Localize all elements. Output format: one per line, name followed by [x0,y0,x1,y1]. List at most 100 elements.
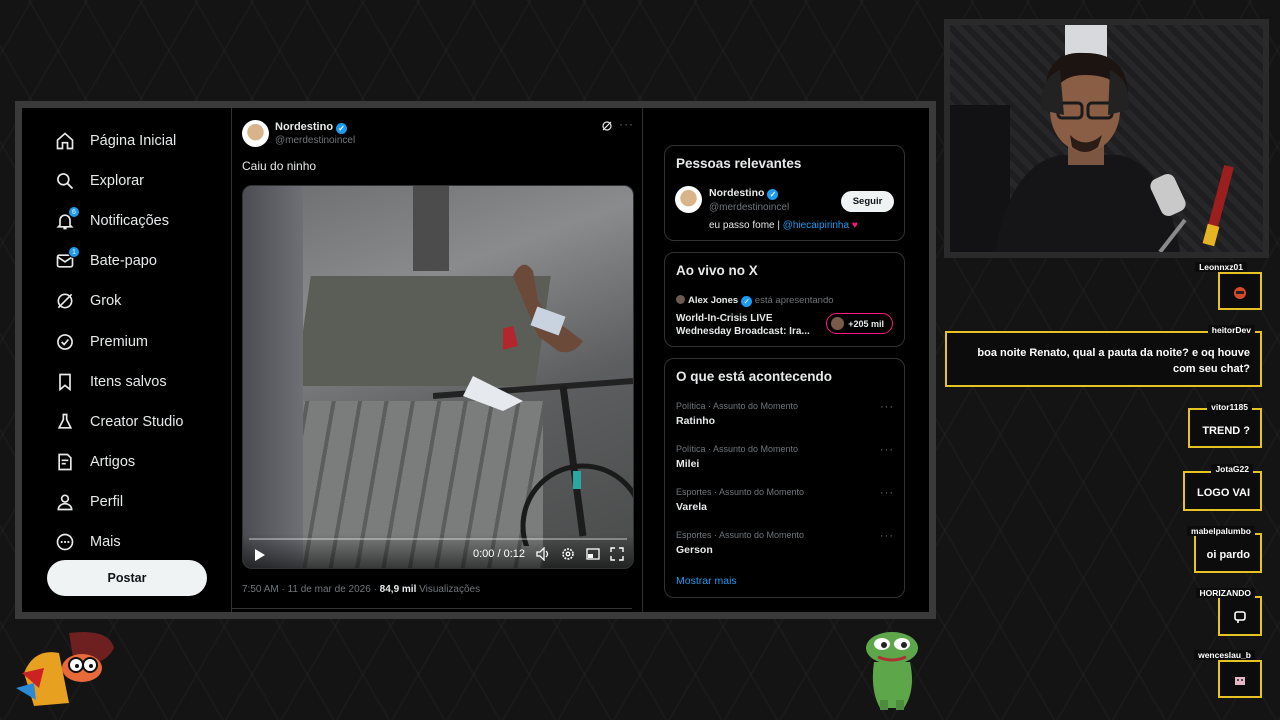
heart-icon: ♥ [851,220,858,231]
card-title: Ao vivo no X [676,263,758,278]
trend-item[interactable]: Esportes · Assunto do Momento Gerson ··· [676,530,896,566]
trend-name: Ratinho [676,415,716,427]
video-controls: 0:00 / 0:12 [243,534,633,568]
trend-category: Política · Assunto do Momento [676,444,799,454]
more-options-icon[interactable]: ··· [880,487,894,499]
more-options-icon[interactable]: ··· [880,530,894,542]
webcam-frame [944,19,1269,258]
chat-message: oi pardo [1194,533,1262,573]
live-host: Alex Jones ✓ está apresentando [676,295,834,307]
trend-name: Varela [676,501,707,513]
video-time: 0:00 / 0:12 [473,548,525,560]
listeners-pill[interactable]: +205 mil [826,313,893,334]
chat-text: oi pardo [1206,549,1250,561]
chat-username: vitor1185 [1207,402,1252,412]
more-options-icon[interactable]: ··· [619,117,634,131]
nav-item-home[interactable]: Página Inicial [54,127,176,155]
nav-item-profile[interactable]: Perfil [54,488,123,516]
creator-studio-icon [54,411,76,433]
left-navigation: Página Inicial Explorar 6 Notificações 1… [22,108,232,612]
trends-card: O que está acontecendo Política · Assunt… [664,358,905,598]
live-title-line2: Wednesday Broadcast: Ira... [676,326,810,337]
fullscreen-icon[interactable] [610,547,624,561]
chat-message [1218,272,1262,310]
chat-username: Leonnxz01 [1195,262,1247,272]
verified-icon: ✓ [336,123,348,134]
avatar[interactable] [675,186,702,213]
nav-item-premium[interactable]: Premium [54,328,148,356]
chat-text: boa noite Renato, qual a pauta da noite?… [977,347,1250,375]
settings-icon[interactable] [561,547,575,561]
more-options-icon[interactable]: ··· [880,401,894,413]
search-icon [54,170,76,192]
nav-item-bookmarks[interactable]: Itens salvos [54,368,167,396]
host-suffix: está apresentando [752,295,834,306]
author-name: Nordestino [275,121,334,133]
verified-icon: ✓ [741,296,753,307]
nav-item-grok[interactable]: Grok [54,287,121,315]
x-app: Página Inicial Explorar 6 Notificações 1… [22,108,929,612]
tweet-author[interactable]: Nordestino ✓ [275,121,348,134]
browser-window: Página Inicial Explorar 6 Notificações 1… [15,101,936,619]
bio-link[interactable]: @hiecaipirinha [783,220,849,231]
video-player[interactable]: 0:00 / 0:12 [242,185,634,569]
person-bio: eu passo fome | @hiecaipirinha ♥ [709,220,858,231]
video-frame-bicycle [433,376,633,546]
trend-item[interactable]: Esportes · Assunto do Momento Varela ··· [676,487,896,523]
show-more-link[interactable]: Mostrar mais [676,575,737,587]
tweet-meta: 7:50 AM · 11 de mar de 2026 · 84,9 mil V… [242,584,480,595]
nav-label: Bate-papo [90,253,157,269]
nav-label: Creator Studio [90,414,184,430]
trend-item[interactable]: Política · Assunto do Momento Milei ··· [676,444,896,480]
relevant-people-card: Pessoas relevantes Nordestino ✓ @merdesti… [664,145,905,241]
picture-in-picture-icon[interactable] [586,547,600,561]
host-name: Alex Jones [688,295,739,306]
grok-icon [54,290,76,312]
chat-username: wenceslau_b [1194,650,1255,660]
webcam-feed [950,25,1263,252]
nav-item-creator-studio[interactable]: Creator Studio [54,408,184,436]
card-title: Pessoas relevantes [676,156,802,171]
tweet-handle[interactable]: @merdestinoincel [275,135,355,146]
person-name[interactable]: Nordestino ✓ [709,187,779,200]
emote-icon [1234,287,1246,299]
trend-item[interactable]: Política · Assunto do Momento Ratinho ··… [676,401,896,437]
live-card[interactable]: Ao vivo no X Alex Jones ✓ está apresentan… [664,252,905,347]
nav-label: Notificações [90,213,169,229]
follow-button[interactable]: Seguir [841,191,894,212]
nav-item-explore[interactable]: Explorar [54,167,144,195]
nav-item-articles[interactable]: Artigos [54,448,135,476]
chat-text: LOGO VAI [1197,487,1250,499]
nav-label: Perfil [90,494,124,510]
nav-item-chat[interactable]: 1 Bate-papo [54,246,157,275]
video-progress-bar[interactable] [249,538,627,540]
mail-icon: 1 [54,246,80,272]
post-button[interactable]: Postar [47,560,207,596]
nav-item-more[interactable]: Mais [54,528,121,556]
chat-username: HORIZANDO [1195,588,1255,598]
listener-avatar [831,317,844,330]
emote-icon [1234,611,1246,623]
card-title: O que está acontecendo [676,369,833,384]
chat-username: mabelpalumbo [1187,526,1255,536]
grok-icon[interactable] [601,120,613,132]
trend-name: Milei [676,458,700,470]
nav-label: Premium [90,334,149,350]
nav-item-notifications[interactable]: 6 Notificações [54,206,169,235]
bio-text: eu passo fome | [709,220,783,231]
chat-message [1218,660,1262,698]
video-frame-figure [503,264,583,353]
person-name-text: Nordestino [709,187,765,199]
premium-icon [54,331,76,353]
views-label: Visualizações [416,584,481,595]
nav-label: Itens salvos [90,374,167,390]
play-icon[interactable] [252,548,266,562]
volume-icon[interactable] [536,547,550,561]
person-handle[interactable]: @merdestinoincel [709,202,789,213]
trend-category: Esportes · Assunto do Momento [676,530,805,540]
tweet-timestamp[interactable]: 7:50 AM · 11 de mar de 2026 · [242,584,380,595]
more-options-icon[interactable]: ··· [880,444,894,456]
listeners-count: +205 mil [848,318,884,329]
avatar[interactable] [242,120,269,147]
trend-category: Política · Assunto do Momento [676,401,799,411]
